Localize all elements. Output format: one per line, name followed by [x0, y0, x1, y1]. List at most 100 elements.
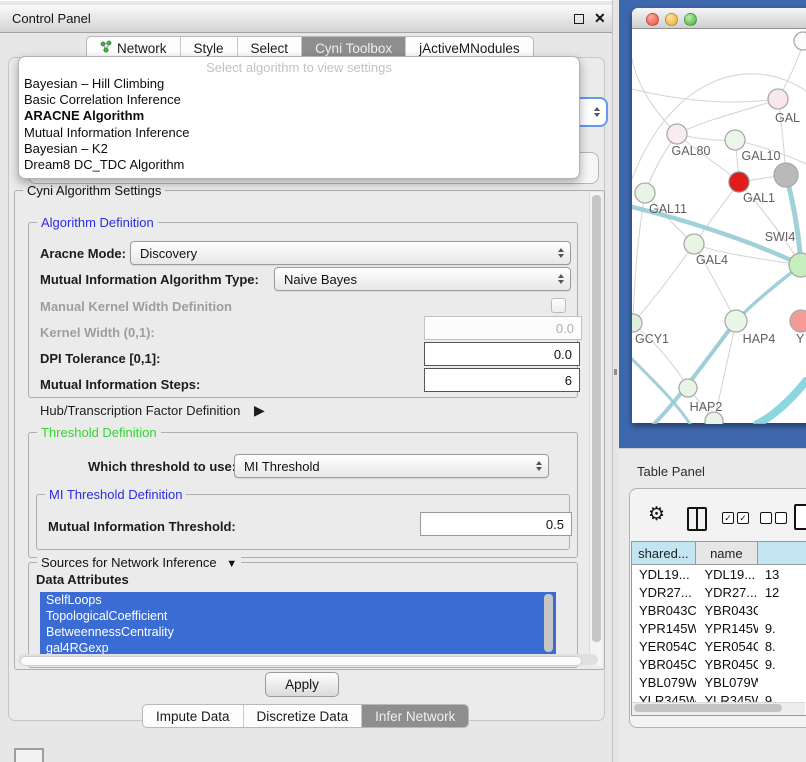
- table-cell[interactable]: 13: [758, 567, 806, 582]
- splitter-handle[interactable]: [614, 369, 617, 375]
- table-cell[interactable]: YBR045C: [632, 657, 696, 672]
- deselect-checkbox-icon[interactable]: [760, 512, 772, 524]
- mi-steps-value: 6: [565, 373, 572, 388]
- network-edge[interactable]: [757, 381, 806, 424]
- dropdown-item-bayesian-hill-climbing[interactable]: Bayesian – Hill Climbing: [19, 76, 579, 92]
- table-row[interactable]: YDR27...YDR27...12: [632, 583, 806, 601]
- table-row[interactable]: YBL079WYBL079W: [632, 673, 806, 691]
- dpi-tolerance-field[interactable]: 0.0: [424, 342, 580, 366]
- manual-kernel-checkbox[interactable]: [551, 298, 566, 313]
- chevron-right-icon[interactable]: ▶: [254, 402, 265, 418]
- table-row[interactable]: YBR043CYBR043C: [632, 601, 806, 619]
- attribute-item-topologicalcoefficient[interactable]: TopologicalCoefficient: [40, 608, 556, 624]
- network-node[interactable]: [774, 163, 798, 187]
- sources-group-toggle[interactable]: Sources for Network Inference ▼: [37, 555, 241, 570]
- chevron-down-icon[interactable]: ▼: [226, 558, 237, 570]
- table-cell[interactable]: YBL079W: [632, 675, 696, 690]
- attribute-item-betweennesscentrality[interactable]: BetweennessCentrality: [40, 624, 556, 640]
- network-edge[interactable]: [786, 175, 801, 265]
- table-cell[interactable]: YBR043C: [632, 603, 696, 618]
- network-edge[interactable]: [632, 89, 778, 102]
- attribute-item-selfloops[interactable]: SelfLoops: [40, 592, 556, 608]
- deselect-checkbox-icon[interactable]: [775, 512, 787, 524]
- data-attributes-label: Data Attributes: [36, 572, 129, 587]
- float-panel-icon[interactable]: [574, 14, 584, 24]
- settings-horizontal-scrollbar-thumb[interactable]: [20, 656, 582, 666]
- which-threshold-combobox[interactable]: MI Threshold: [234, 454, 549, 478]
- network-node-gal1[interactable]: [729, 172, 749, 192]
- zoom-traffic-light-icon[interactable]: [684, 13, 697, 26]
- gear-icon[interactable]: ⚙: [648, 504, 665, 526]
- network-edge[interactable]: [633, 193, 645, 323]
- column-layout-icon[interactable]: [687, 507, 707, 531]
- table-cell[interactable]: 9.: [758, 621, 806, 636]
- aracne-mode-combobox[interactable]: Discovery: [130, 241, 571, 265]
- dropdown-item-mutual-information-inference[interactable]: Mutual Information Inference: [19, 125, 579, 141]
- network-node-y[interactable]: [790, 310, 806, 332]
- table-cell[interactable]: YDR27...: [696, 585, 758, 600]
- table-cell[interactable]: 12: [758, 585, 806, 600]
- network-edge[interactable]: [677, 99, 778, 134]
- network-edge[interactable]: [633, 244, 694, 323]
- table-row[interactable]: YBR045CYBR045C9.: [632, 655, 806, 673]
- hub-definition-toggle[interactable]: Hub/Transcription Factor Definition ▶: [40, 402, 265, 419]
- network-node-gal11[interactable]: [635, 183, 655, 203]
- close-traffic-light-icon[interactable]: [646, 13, 659, 26]
- network-edge[interactable]: [736, 265, 801, 321]
- network-node-gal10[interactable]: [725, 130, 745, 150]
- mi-type-combobox[interactable]: Naive Bayes: [274, 267, 571, 291]
- network-node-gal4[interactable]: [684, 234, 704, 254]
- dropdown-item-bayesian-k2[interactable]: Bayesian – K2: [19, 141, 579, 157]
- network-node-gal[interactable]: [768, 89, 788, 109]
- table-cell[interactable]: YBR043C: [696, 603, 758, 618]
- network-node-label: GAL80: [672, 144, 711, 158]
- table-cell[interactable]: 9.: [758, 657, 806, 672]
- dropdown-item-dream8-dc-tdc-algorithm[interactable]: Dream8 DC_TDC Algorithm: [19, 157, 579, 173]
- minimized-panel-icon[interactable]: [14, 748, 44, 762]
- table-cell[interactable]: YBL079W: [696, 675, 758, 690]
- network-node-gal80[interactable]: [667, 124, 687, 144]
- network-canvas[interactable]: GALGAL80GAL10GAL11GAL1SWI4GAL4GCY1HAP4YH…: [632, 29, 806, 424]
- table-column-header-name[interactable]: name: [696, 542, 758, 565]
- table-cell[interactable]: YER054C: [632, 639, 696, 654]
- table-column-header-shared[interactable]: shared...: [632, 542, 696, 565]
- settings-scrollbar[interactable]: [589, 192, 602, 666]
- export-table-icon[interactable]: [794, 504, 806, 530]
- table-cell[interactable]: YER054C: [696, 639, 758, 654]
- select-all-checkbox-icon[interactable]: ✓: [722, 512, 734, 524]
- minimize-traffic-light-icon[interactable]: [665, 13, 678, 26]
- network-node[interactable]: [794, 32, 806, 50]
- bottom-tab-discretize-data[interactable]: Discretize Data: [244, 705, 363, 727]
- dropdown-item-basic-correlation-inference[interactable]: Basic Correlation Inference: [19, 92, 579, 108]
- table-cell[interactable]: YPR145W: [632, 621, 696, 636]
- attributes-list-scrollbar-thumb[interactable]: [544, 594, 553, 652]
- mi-threshold-group-title: MI Threshold Definition: [45, 487, 186, 502]
- bottom-tab-infer-network[interactable]: Infer Network: [362, 705, 468, 727]
- table-cell[interactable]: YPR145W: [696, 621, 758, 636]
- table-cell[interactable]: 8.: [758, 639, 806, 654]
- mi-steps-field[interactable]: 6: [424, 368, 580, 392]
- table-row[interactable]: YPR145WYPR145W9.: [632, 619, 806, 637]
- table-cell[interactable]: YDR27...: [632, 585, 696, 600]
- table-cell[interactable]: YDL19...: [632, 567, 696, 582]
- table-cell[interactable]: YDL19...: [696, 567, 758, 582]
- network-node-hap2[interactable]: [679, 379, 697, 397]
- apply-button[interactable]: Apply: [265, 672, 339, 697]
- table-column-header-cut[interactable]: [758, 542, 806, 565]
- table-row[interactable]: YDL19...YDL19...13: [632, 565, 806, 583]
- table-cell[interactable]: YBR045C: [696, 657, 758, 672]
- network-window-titlebar[interactable]: [632, 8, 806, 29]
- mi-threshold-field[interactable]: 0.5: [420, 512, 572, 536]
- table-row[interactable]: YER054CYER054C8.: [632, 637, 806, 655]
- network-icon: [100, 40, 112, 56]
- select-all-checkbox-icon[interactable]: ✓: [737, 512, 749, 524]
- close-icon[interactable]: ✕: [594, 11, 606, 25]
- panel-title: Control Panel: [12, 11, 91, 26]
- bottom-tab-impute-data[interactable]: Impute Data: [143, 705, 244, 727]
- dropdown-item-aracne-algorithm[interactable]: ARACNE Algorithm: [19, 108, 579, 124]
- settings-scrollbar-thumb[interactable]: [592, 195, 601, 642]
- table-horizontal-scrollbar-thumb[interactable]: [634, 704, 782, 712]
- network-node-hap4[interactable]: [725, 310, 747, 332]
- network-node-swi4[interactable]: [789, 253, 806, 277]
- bottom-tab-label: Discretize Data: [257, 709, 349, 724]
